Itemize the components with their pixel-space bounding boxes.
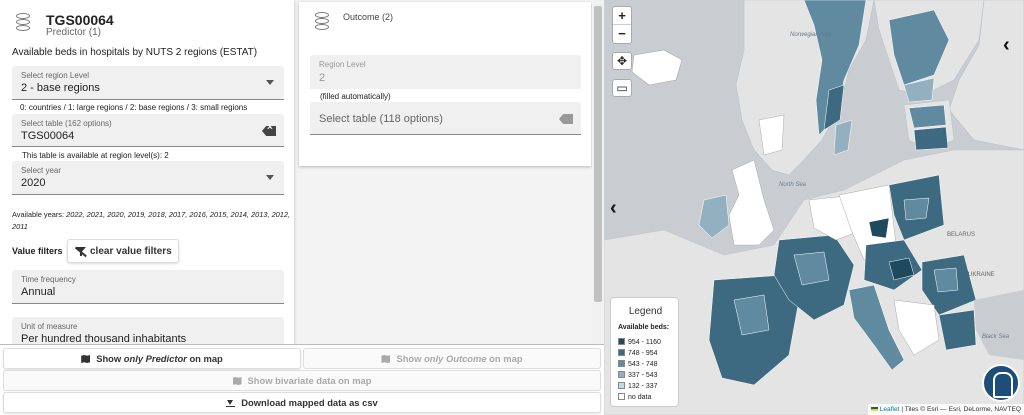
- region-level-label: Select region Level: [21, 71, 90, 80]
- outcome-table-placeholder: Select table (118 options): [319, 113, 443, 125]
- download-icon: [226, 398, 236, 407]
- legend-label: 337 - 543: [628, 372, 658, 379]
- legend-label: 954 - 1160: [628, 339, 661, 346]
- show-predictor-em: only Predictor: [123, 353, 187, 364]
- unit-select[interactable]: Unit of measure Per hundred thousand inh…: [12, 317, 284, 344]
- outcome-region-hint: (filled automatically): [320, 92, 391, 101]
- show-predictor-button[interactable]: Show only Predictor on map: [3, 348, 301, 369]
- outcome-title: Outcome (2): [343, 12, 394, 22]
- download-label: Download mapped data as csv: [241, 397, 378, 408]
- leaflet-link[interactable]: Leaflet: [880, 406, 900, 413]
- attribution-text: | Tiles © Esri — Esri, DeLorme, NAVTEQ: [899, 406, 1021, 413]
- outcome-region-level-field: Region Level 2: [310, 55, 581, 89]
- outcome-region-level-label: Region Level: [319, 60, 366, 69]
- zoom-in-button[interactable]: +: [613, 7, 631, 25]
- zoom-out-button[interactable]: −: [613, 25, 631, 43]
- region-level-value: 2 - base regions: [21, 82, 100, 94]
- norwegian-sea-label: Norwegian Sea: [790, 32, 832, 38]
- zoom-control: + −: [612, 6, 632, 44]
- institution-logo: [982, 364, 1020, 402]
- map-attribution: Leaflet | Tiles © Esri — Esri, DeLorme, …: [867, 404, 1024, 415]
- chevron-left-icon[interactable]: ‹: [1003, 35, 1013, 55]
- show-outcome-em: only Outcome: [424, 353, 487, 364]
- belarus-label: BELARUS: [947, 232, 976, 238]
- legend-item: 132 - 337: [618, 382, 658, 391]
- table-label: Select table (162 options): [21, 119, 112, 128]
- legend-swatch: [618, 360, 625, 367]
- clear-icon[interactable]: [262, 126, 276, 136]
- predictor-subtitle: Predictor (1): [46, 27, 102, 38]
- unit-label: Unit of measure: [21, 322, 78, 331]
- screen-icon[interactable]: ▭: [612, 79, 632, 97]
- legend-swatch: [618, 393, 625, 400]
- region-level-select[interactable]: Select region Level 2 - base regions: [12, 66, 284, 100]
- clear-value-filters-button[interactable]: clear value filters: [67, 239, 179, 263]
- show-outcome-prefix: Show: [396, 353, 425, 364]
- legend-label: 748 - 954: [628, 350, 658, 357]
- year-label: Select year: [21, 166, 62, 175]
- legend-subtitle: Available beds:: [618, 324, 670, 331]
- ukraine-label: UKRAINE: [968, 272, 995, 278]
- map-icon: [381, 355, 391, 363]
- chevron-left-icon[interactable]: ‹: [610, 198, 620, 218]
- region-level-hint: 0: countries / 1: large regions / 2: bas…: [20, 103, 248, 112]
- north-sea-label: North Sea: [779, 182, 807, 188]
- predictor-title: TGS00064: [46, 12, 114, 28]
- legend-label: no data: [628, 394, 652, 401]
- time-frequency-select[interactable]: Time frequency Annual: [12, 270, 284, 304]
- legend-swatch: [618, 371, 625, 378]
- map-icon: [81, 355, 91, 363]
- legend-swatch: [618, 338, 625, 345]
- show-bivariate-button[interactable]: Show bivariate data on map: [3, 370, 601, 391]
- show-predictor-suffix: on map: [186, 353, 223, 364]
- table-select[interactable]: Select table (162 options) TGS00064: [12, 114, 284, 147]
- ukraine-flag-icon: [870, 407, 878, 411]
- show-bivariate-label: Show bivariate data on map: [247, 375, 372, 386]
- show-predictor-prefix: Show: [96, 353, 124, 364]
- table-value: TGS00064: [21, 130, 75, 142]
- legend-label: 543 - 748: [628, 361, 658, 368]
- table-hint: This table is available at region level(…: [22, 151, 169, 160]
- legend-item: 954 - 1160: [618, 338, 661, 347]
- clear-icon[interactable]: [559, 114, 573, 124]
- legend-item: 748 - 954: [618, 349, 658, 358]
- black-sea-label: Black Sea: [982, 334, 1010, 340]
- database-icon: [16, 13, 30, 33]
- legend-title: Legend: [628, 306, 663, 317]
- year-value: 2020: [21, 177, 46, 189]
- time-frequency-value: Annual: [21, 286, 56, 298]
- outcome-region-level-value: 2: [319, 72, 326, 84]
- map-legend: Legend Available beds: 954 - 1160 748 - …: [610, 297, 679, 407]
- legend-item: no data: [618, 393, 651, 402]
- download-csv-button[interactable]: Download mapped data as csv: [3, 392, 601, 413]
- clear-value-filters-label: clear value filters: [90, 246, 172, 257]
- outcome-table-select[interactable]: Select table (118 options): [310, 102, 581, 135]
- time-frequency-label: Time frequency: [21, 275, 76, 284]
- map-icon: [232, 377, 242, 385]
- year-select[interactable]: Select year 2020: [12, 161, 284, 195]
- scrollbar-thumb[interactable]: [594, 6, 602, 302]
- legend-swatch: [618, 382, 625, 389]
- chevron-down-icon[interactable]: [266, 80, 274, 85]
- chevron-down-icon[interactable]: [266, 175, 274, 180]
- legend-label: 132 - 337: [628, 383, 658, 390]
- show-outcome-button[interactable]: Show only Outcome on map: [303, 348, 601, 369]
- legend-item: 543 - 748: [618, 360, 658, 369]
- available-years: Available years: 2022, 2021, 2020, 2019,…: [12, 209, 292, 233]
- legend-swatch: [618, 349, 625, 356]
- years-prefix: Available years:: [12, 210, 67, 219]
- database-icon: [315, 12, 329, 32]
- value-filters-label: Value filters: [12, 246, 63, 256]
- show-outcome-suffix: on map: [486, 353, 523, 364]
- pan-icon[interactable]: ✥: [612, 52, 632, 70]
- unit-value: Per hundred thousand inhabitants: [21, 333, 187, 344]
- predictor-description: Available beds in hospitals by NUTS 2 re…: [12, 47, 258, 58]
- legend-item: 337 - 543: [618, 371, 658, 380]
- predictor-panel: TGS00064 Predictor (1) Available beds in…: [0, 0, 294, 344]
